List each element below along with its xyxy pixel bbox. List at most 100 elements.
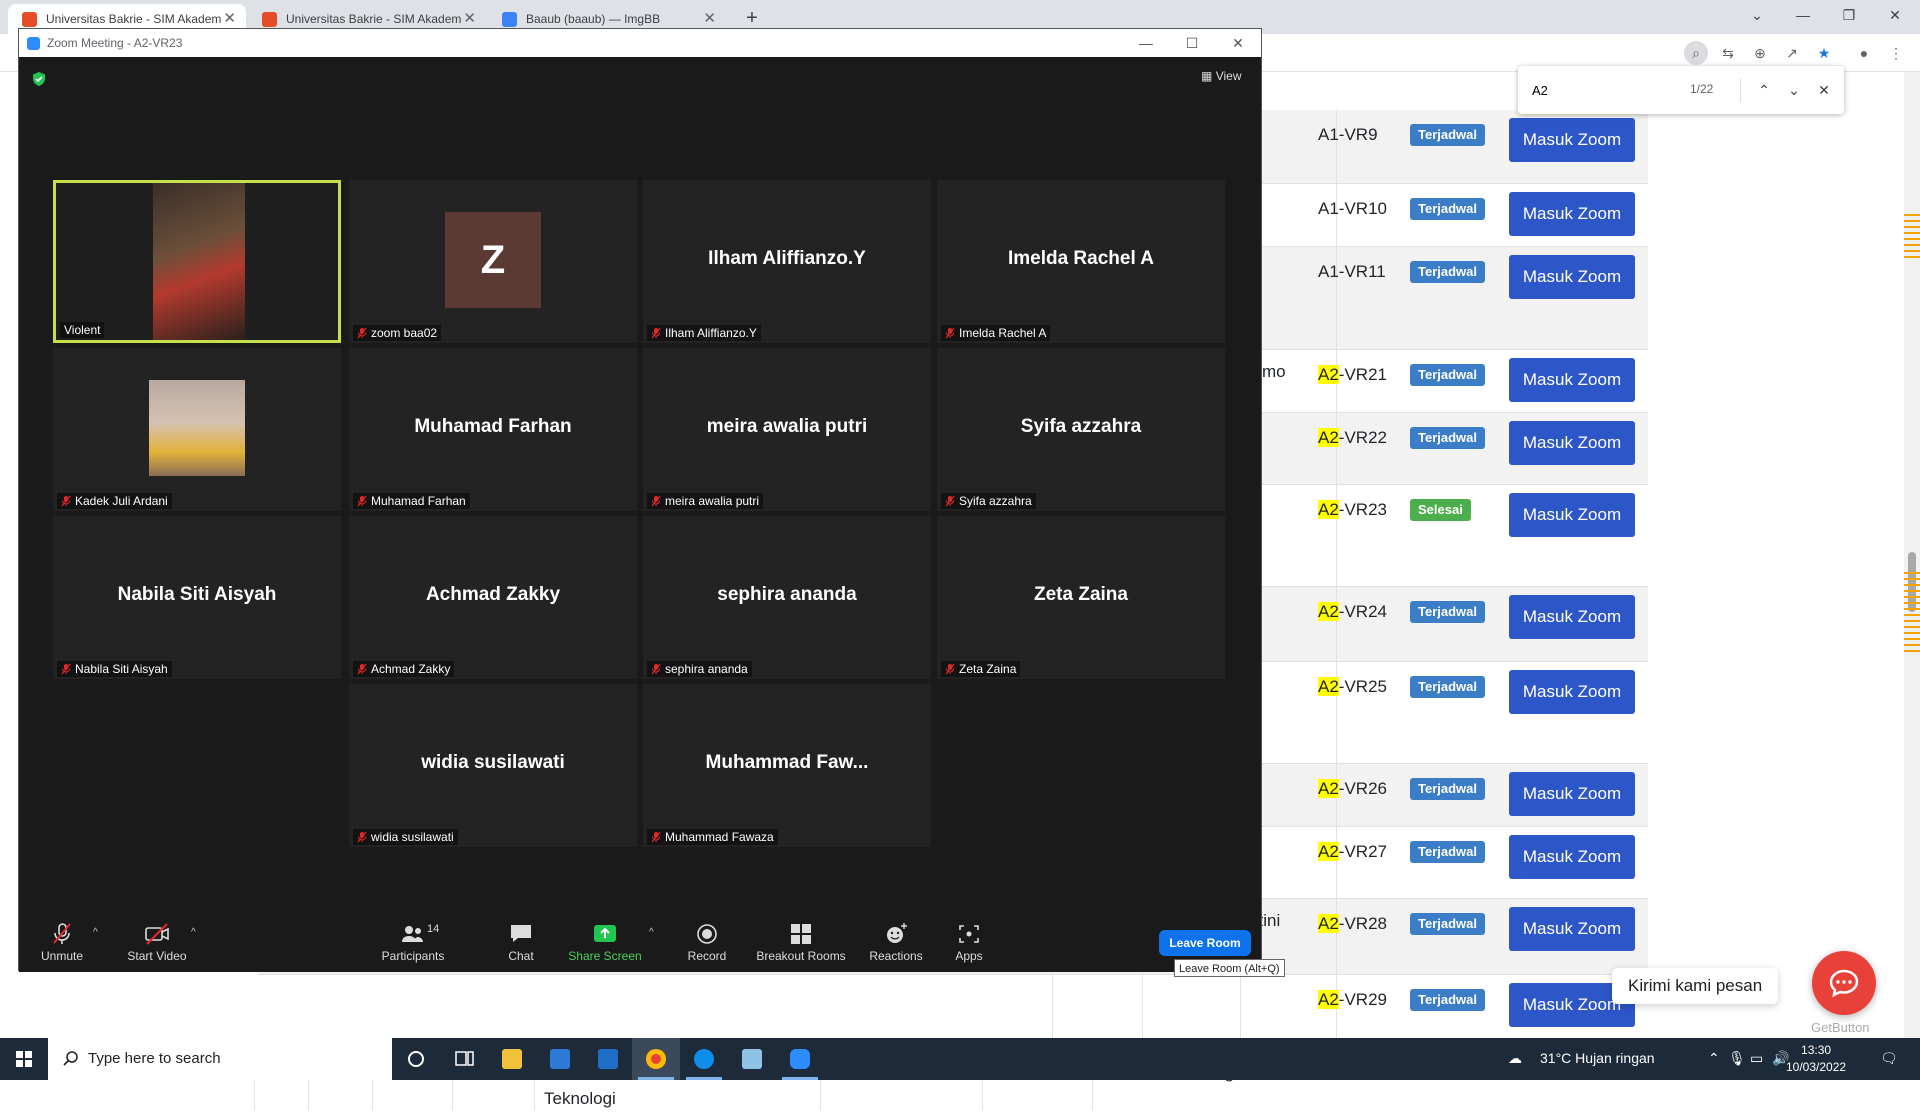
masuk-zoom-button[interactable]: Masuk Zoom: [1509, 358, 1635, 402]
find-match-marker: [1904, 614, 1920, 616]
chrome-button[interactable]: [632, 1038, 680, 1080]
file-explorer-button[interactable]: [488, 1038, 536, 1080]
truncated-cell-text: mo: [1262, 362, 1286, 381]
participant-name-label: Ilham Aliffianzo.Y: [647, 325, 761, 341]
participant-label-text: Imelda Rachel A: [959, 326, 1047, 340]
masuk-zoom-button[interactable]: Masuk Zoom: [1509, 493, 1635, 537]
masuk-zoom-button[interactable]: Masuk Zoom: [1509, 255, 1635, 299]
status-badge: Terjadwal: [1410, 841, 1486, 863]
share-screen-button[interactable]: Share Screen: [567, 921, 643, 963]
participant-display-name: Achmad Zakky: [425, 584, 561, 605]
store-button[interactable]: [536, 1038, 584, 1080]
taskbar-search-box[interactable]: Type here to search: [48, 1038, 392, 1080]
zoom-close-button[interactable]: ✕: [1215, 29, 1261, 57]
tab-title: Universitas Bakrie - SIM Akadem: [46, 12, 222, 26]
breakout-rooms-button[interactable]: Breakout Rooms: [755, 921, 847, 963]
zoom-icon[interactable]: ⊕: [1748, 41, 1772, 65]
muted-mic-icon: [53, 923, 71, 944]
video-options-chevron-icon[interactable]: ^: [191, 927, 196, 938]
network-icon[interactable]: ▭: [1750, 1050, 1763, 1067]
share-options-chevron-icon[interactable]: ^: [649, 927, 654, 938]
participant-label-text: Muhammad Fawaza: [665, 830, 774, 844]
find-match-marker: [1904, 608, 1920, 610]
profile-avatar-icon[interactable]: ●: [1852, 41, 1876, 65]
microphone-icon[interactable]: 🎙: [1728, 1050, 1746, 1067]
getbutton-brand[interactable]: GetButton: [1811, 1020, 1870, 1035]
masuk-zoom-button[interactable]: Masuk Zoom: [1509, 421, 1635, 465]
find-next-icon[interactable]: ⌄: [1782, 78, 1806, 102]
masuk-zoom-button[interactable]: Masuk Zoom: [1509, 772, 1635, 816]
muted-mic-icon: [357, 831, 367, 843]
find-close-icon[interactable]: ✕: [1812, 78, 1836, 102]
grid-icon: ▦: [1201, 69, 1213, 83]
tab-search-icon[interactable]: ⌄: [1734, 0, 1780, 30]
masuk-zoom-button[interactable]: Masuk Zoom: [1509, 595, 1635, 639]
notifications-icon[interactable]: 🗨: [1880, 1050, 1898, 1067]
leave-room-tooltip: Leave Room (Alt+Q): [1174, 959, 1285, 977]
view-button[interactable]: ▦ View: [1201, 69, 1241, 83]
find-highlight: A2: [1318, 500, 1339, 519]
chat-button[interactable]: Chat: [499, 921, 543, 963]
apps-button[interactable]: Apps: [949, 921, 989, 963]
muted-mic-icon: [357, 663, 367, 675]
find-previous-icon[interactable]: ⌃: [1752, 78, 1776, 102]
menu-kebab-icon[interactable]: ⋮: [1884, 41, 1908, 65]
mail-button[interactable]: [584, 1038, 632, 1080]
find-match-marker: [1904, 578, 1920, 580]
share-icon[interactable]: ↗: [1780, 41, 1804, 65]
participant-name-label: zoom baa02: [353, 325, 442, 341]
record-label: Record: [687, 949, 727, 963]
close-window-button[interactable]: ✕: [1872, 0, 1918, 30]
zoom-taskbar-button[interactable]: [776, 1038, 824, 1080]
room-cell: A2-VR23: [1318, 500, 1387, 519]
translate-icon[interactable]: ⇆: [1716, 41, 1740, 65]
show-hidden-icons-chevron-icon[interactable]: ⌃: [1708, 1050, 1720, 1067]
zoom-minimize-button[interactable]: —: [1123, 29, 1169, 57]
masuk-zoom-button[interactable]: Masuk Zoom: [1509, 192, 1635, 236]
tab-title: Universitas Bakrie - SIM Akadem: [286, 12, 462, 26]
start-video-button[interactable]: Start Video: [125, 921, 189, 963]
masuk-zoom-button[interactable]: Masuk Zoom: [1509, 118, 1635, 162]
record-button[interactable]: Record: [683, 921, 731, 963]
reactions-button[interactable]: Reactions: [867, 921, 925, 963]
participant-name-label: Zeta Zaina: [941, 661, 1021, 677]
bookmark-star-icon[interactable]: ★: [1812, 41, 1836, 65]
audio-options-chevron-icon[interactable]: ^: [93, 927, 98, 938]
encryption-shield-icon[interactable]: [31, 71, 47, 87]
participant-tile: Muhamad Farhan Muhamad Farhan: [349, 348, 637, 511]
page-scrollbar[interactable]: [1904, 72, 1920, 1038]
find-bar: 1/22 ⌃ ⌄ ✕: [1518, 66, 1844, 114]
unmute-button[interactable]: Unmute: [41, 921, 83, 963]
participants-button[interactable]: 14 Participants: [377, 921, 449, 963]
notepad-button[interactable]: [728, 1038, 776, 1080]
participant-label-text: Zeta Zaina: [959, 662, 1017, 676]
start-button[interactable]: [0, 1038, 48, 1080]
leave-room-button[interactable]: Leave Room: [1159, 930, 1251, 956]
participant-tile: Syifa azzahra Syifa azzahra: [937, 348, 1225, 511]
chat-widget-button[interactable]: [1812, 951, 1876, 1015]
weather-text[interactable]: 31°C Hujan ringan: [1540, 1050, 1655, 1066]
chat-widget-label[interactable]: Kirimi kami pesan: [1612, 968, 1779, 1004]
taskbar-clock[interactable]: 13:30 10/03/2022: [1786, 1042, 1846, 1076]
masuk-zoom-button[interactable]: Masuk Zoom: [1509, 835, 1635, 879]
cortana-button[interactable]: [392, 1038, 440, 1080]
minimize-button[interactable]: —: [1780, 0, 1826, 30]
status-badge: Terjadwal: [1410, 989, 1486, 1011]
participant-tile: Muhammad Faw... Muhammad Fawaza: [643, 684, 931, 847]
table-row: A2-VR29 Terjadwal Masuk Zoom: [258, 975, 1648, 1040]
zoom-maximize-button[interactable]: ☐: [1169, 29, 1215, 57]
masuk-zoom-button[interactable]: Masuk Zoom: [1509, 670, 1635, 714]
room-cell: A1-VR9: [1318, 125, 1378, 144]
teamviewer-button[interactable]: [680, 1038, 728, 1080]
find-match-marker: [1904, 256, 1920, 258]
participant-tile: Violent: [53, 180, 341, 343]
participant-name-label: Muhamad Farhan: [353, 493, 470, 509]
zoom-app-icon: [790, 1049, 810, 1069]
task-view-button[interactable]: [440, 1038, 488, 1080]
masuk-zoom-button[interactable]: Masuk Zoom: [1509, 907, 1635, 951]
room-cell: A2-VR27: [1318, 842, 1387, 861]
participant-avatar: Z: [445, 212, 541, 308]
restore-button[interactable]: ❐: [1826, 0, 1872, 30]
find-in-page-icon[interactable]: ⌕: [1684, 41, 1708, 65]
find-input[interactable]: [1532, 79, 1672, 101]
